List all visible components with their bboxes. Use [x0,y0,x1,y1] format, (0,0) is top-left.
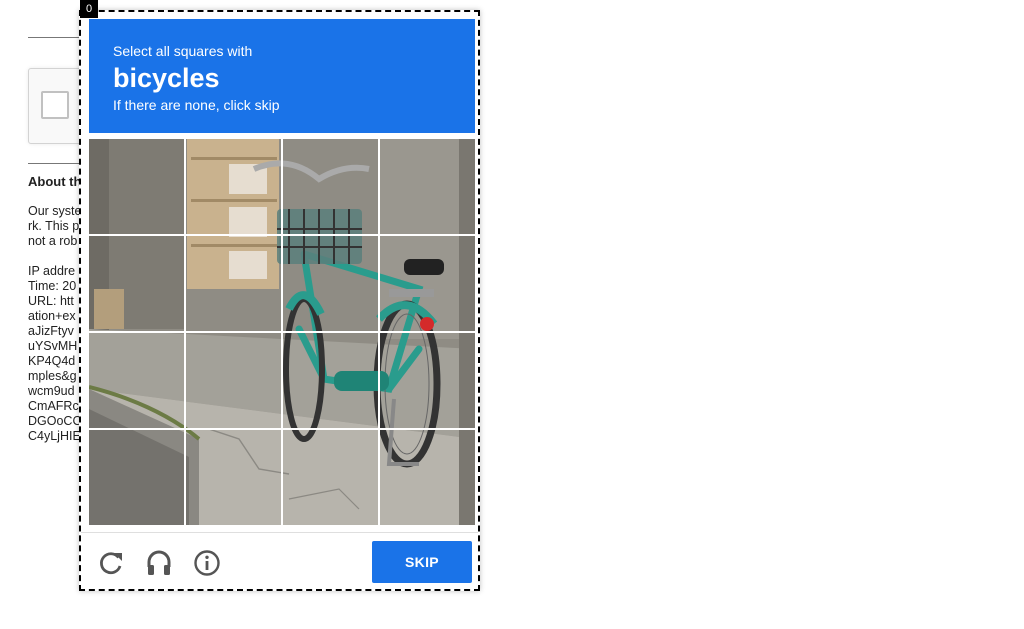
image-tile-r4-c1[interactable] [89,430,184,525]
about-text-line: rk. This p [28,219,80,233]
image-grid [89,139,475,525]
instruction-prefix: Select all squares with [113,43,253,59]
instruction-keyword: bicycles [113,63,220,93]
about-text-line: CmAFRc [28,399,79,413]
about-text-line: URL: htt [28,294,74,308]
image-tile-r3-c2[interactable] [186,333,281,428]
about-text-line: wcm9ud [28,384,75,398]
image-tile-r3-c4[interactable] [380,333,475,428]
skip-button[interactable]: SKIP [372,541,472,583]
image-tile-r2-c4[interactable] [380,236,475,331]
image-tile-r4-c3[interactable] [283,430,378,525]
about-text-line: C4yLjHIE [28,429,81,443]
about-text-line: ation+ex [28,309,76,323]
image-tile-r4-c2[interactable] [186,430,281,525]
about-text-line: DGOoCC [28,414,82,428]
image-tile-r4-c4[interactable] [380,430,475,525]
about-text-line: IP addre [28,264,76,278]
image-tile-r3-c3[interactable] [283,333,378,428]
image-tile-r1-c2[interactable] [186,139,281,234]
audio-icon[interactable] [144,548,174,578]
footer-divider [81,532,478,533]
image-tile-r2-c1[interactable] [89,236,184,331]
focus-index-badge: 0 [80,0,98,18]
challenge-instructions: Select all squares with bicycles If ther… [89,19,475,133]
image-tile-r2-c2[interactable] [186,236,281,331]
about-text-line: aJizFtyv [28,324,74,338]
about-text-line: mples&g [28,369,77,383]
info-icon[interactable] [192,548,222,578]
reload-icon[interactable] [96,548,126,578]
image-tile-r1-c1[interactable] [89,139,184,234]
image-challenge-dialog: Select all squares with bicycles If ther… [79,10,480,591]
instruction-suffix: If there are none, click skip [113,97,280,113]
image-tile-r1-c4[interactable] [380,139,475,234]
about-text-line: uYSvMH [28,339,78,353]
about-text-line: KP4Q4d [28,354,76,368]
image-tile-r2-c3[interactable] [283,236,378,331]
image-tile-r1-c3[interactable] [283,139,378,234]
about-text-line: Time: 20 [28,279,77,293]
about-heading: About th [28,174,82,189]
image-tile-r3-c1[interactable] [89,333,184,428]
recaptcha-checkbox[interactable] [41,91,69,119]
about-text-line: Our syste [28,204,82,218]
about-text-line: not a rob [28,234,78,248]
